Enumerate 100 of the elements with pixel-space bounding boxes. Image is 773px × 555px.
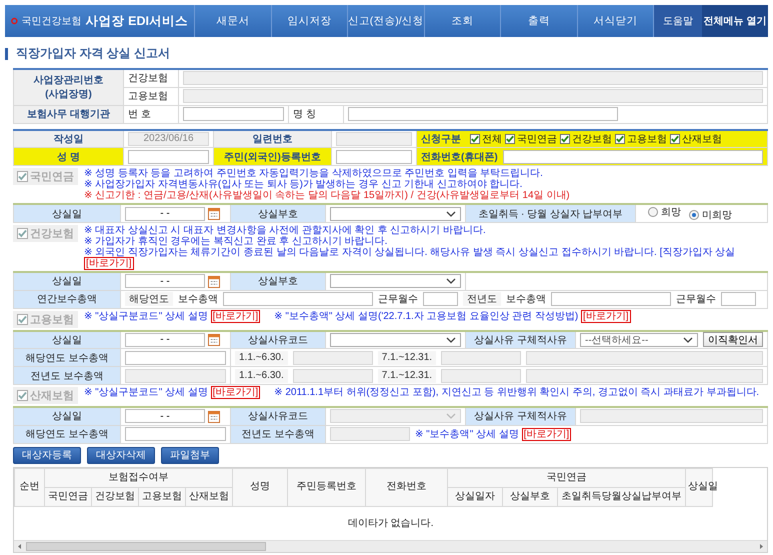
dropdown[interactable] [330, 332, 461, 347]
checkbox[interactable] [505, 134, 515, 144]
field-label: 상실부호 [230, 204, 326, 222]
dropdown[interactable] [330, 206, 461, 220]
input-field[interactable] [223, 292, 373, 306]
input-field[interactable] [348, 107, 618, 121]
field-label: 상실일 [14, 204, 120, 222]
input-field[interactable] [502, 150, 763, 164]
input-field[interactable] [721, 292, 756, 306]
field-label: 근무월수 [378, 293, 418, 306]
input-field[interactable] [125, 350, 226, 364]
field-label: 일련번호 [214, 130, 332, 148]
field-label: 사업장관리번호 (사업장명) [14, 69, 124, 105]
input-field[interactable] [125, 368, 226, 382]
input-field[interactable] [292, 350, 373, 364]
column-header: 고용보험 [138, 487, 186, 506]
period-label: 7.1.~12.31. [378, 368, 436, 382]
row-label: 건강보험 [124, 69, 178, 87]
checkbox[interactable] [670, 134, 680, 144]
checkbox-label[interactable]: 국민연금 [517, 132, 557, 146]
checkbox-label[interactable]: 산재보험 [682, 132, 722, 146]
column-header: 전화번호 [366, 468, 448, 506]
calendar-icon[interactable] [208, 207, 220, 220]
calendar-icon[interactable] [208, 410, 220, 423]
field-label: 보수총액 [506, 293, 546, 306]
notice-text: ※ "상실구분코드" 상세 설명 [바로가기] [84, 310, 260, 322]
input-field[interactable] [128, 150, 209, 164]
notice-text: ※ 대표자 상실신고 시 대표자 변경사항을 사전에 관할지사에 확인 후 신고하시기 바랍니다. [84, 225, 486, 236]
field-label: 상실사유 구체적사유 [466, 407, 576, 425]
service-title: 사업장 EDI서비스 [86, 12, 188, 30]
field-label: 보험사무 대행기관 [14, 105, 124, 123]
column-header: 상실부호 [502, 487, 558, 506]
menu-item[interactable]: 새문서 [195, 5, 272, 37]
input-field[interactable] [183, 71, 763, 86]
field-label: 해당연도 [125, 292, 173, 306]
help-button[interactable]: 도움말 [654, 5, 702, 37]
row-label: 명 칭 [293, 109, 316, 120]
field-label: 상실부호 [230, 272, 326, 290]
menu-item[interactable]: 신고(전송)/신청 [348, 5, 424, 37]
input-field[interactable] [330, 427, 410, 441]
input-field[interactable] [580, 409, 763, 424]
input-field[interactable] [441, 350, 522, 364]
action-button[interactable]: 파일첨부 [161, 446, 219, 464]
column-header: 주민등록번호 [288, 468, 366, 506]
column-header: 상실일자 [448, 487, 502, 506]
field-label: 상실사유 구체적사유 [466, 330, 576, 348]
chevron-icon [683, 336, 693, 343]
field-label: 전년도 보수총액 [230, 425, 326, 443]
checkbox[interactable] [560, 134, 570, 144]
period-label: 1.1.~6.30. [235, 368, 288, 382]
notice-text: ※ 성명 등록자 등을 고려하여 주민번호 자동입력기능을 삭제하였으므로 주민번호 입력을 부탁드립니다. [84, 168, 543, 179]
notice-text: ※ "보수총액" 상세 설명('22.7.1.자 고용보험 요율인상 관련 작성방법) [바로가기] [274, 310, 631, 322]
notice-text: ※ "상실구분코드" 상세 설명 [바로가기] [84, 387, 260, 398]
notice-text: ※ "보수총액" 상세 설명 [바로가기] [415, 427, 572, 441]
notice-text: ※ 외국인 직장가입자는 체류기간이 종료된 날의 다음날로 자격이 상실됩니다. 해당사유 발생 즉시 상실신고 접수하시기 바랍니다. [직장가입자 상실 [바로가기] [84, 247, 736, 269]
input-field[interactable] [292, 368, 373, 382]
checkbox[interactable] [615, 134, 625, 144]
input-field[interactable] [423, 292, 458, 306]
input-field[interactable] [441, 368, 522, 382]
page-title: 직장가입자 자격 상실 신고서 [16, 45, 170, 62]
checkbox-label[interactable]: 전체 [482, 132, 502, 146]
dropdown[interactable] [330, 409, 461, 424]
checkbox-label[interactable]: 고용보험 [627, 132, 667, 146]
field-label: 근무월수 [676, 293, 716, 306]
column-header: 성명 [232, 468, 288, 506]
input-field[interactable] [336, 132, 412, 146]
horizontal-scrollbar[interactable] [14, 540, 767, 552]
menu-item[interactable]: 출력 [501, 5, 578, 37]
date-field[interactable]: 2023/06/16 [128, 132, 209, 146]
input-field[interactable] [526, 368, 763, 382]
input-field[interactable] [183, 107, 284, 121]
calendar-icon[interactable] [208, 274, 220, 288]
row-label: 번 호 [128, 109, 151, 120]
dropdown[interactable] [330, 274, 461, 288]
column-group-header: 국민연금 [448, 468, 686, 487]
action-button[interactable]: 대상자삭제 [87, 446, 155, 464]
input-field[interactable] [125, 427, 226, 441]
all-menu-button[interactable]: 전체메뉴 열기 [702, 5, 768, 37]
menu-item[interactable]: 조회 [424, 5, 501, 37]
input-field[interactable] [183, 89, 763, 103]
chevron-icon [446, 278, 456, 284]
column-header: 건강보험 [92, 487, 138, 506]
calendar-icon[interactable] [208, 333, 220, 346]
input-field[interactable] [526, 350, 763, 364]
input-field[interactable] [551, 292, 671, 306]
checkbox[interactable] [470, 134, 480, 144]
input-field[interactable] [336, 150, 412, 164]
field-label: 전년도 [463, 292, 501, 306]
field-label: 연간보수총액 [14, 290, 120, 308]
field-label: 상실사유코드 [230, 407, 326, 425]
menu-item[interactable]: 임시저장 [272, 5, 348, 37]
column-header: 국민연금 [44, 487, 92, 506]
action-button[interactable]: 대상자등록 [13, 446, 81, 464]
field-label: 신청구분 [421, 132, 461, 146]
logo-icon [11, 15, 18, 27]
notice-text: ※ 2011.1.1부터 허위(정정신고 포함), 지연신고 등 위반행위 확인시 주의, 경고없이 즉시 과태료가 부과됩니다. [274, 387, 760, 398]
checkbox-label[interactable]: 건강보험 [572, 132, 612, 146]
notice-text: ※ 가입자가 휴직인 경우에는 복직신고 완료 후 신고하시기 바랍니다. [84, 236, 388, 247]
chevron-icon [446, 336, 456, 343]
field-label: 성 명 [14, 148, 124, 166]
